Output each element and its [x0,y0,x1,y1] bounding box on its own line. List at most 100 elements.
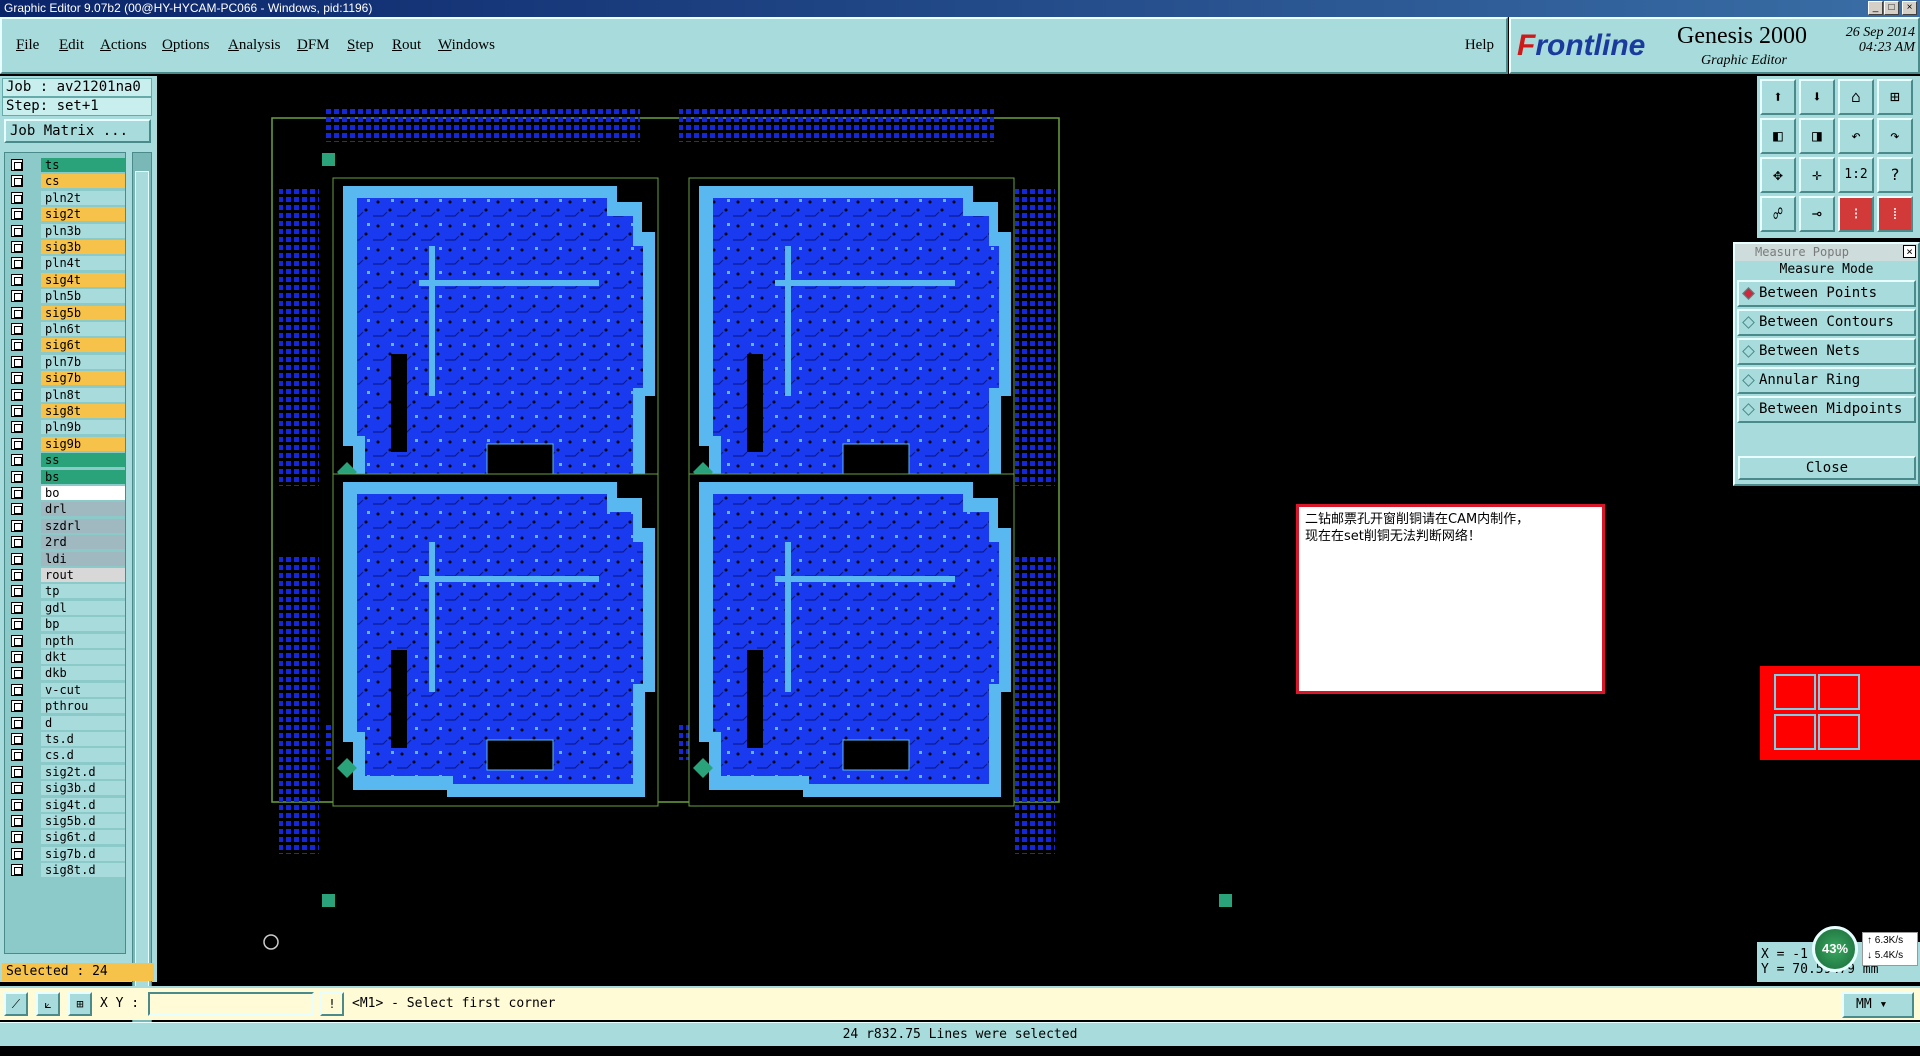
scrollbar-thumb[interactable] [135,171,149,991]
layer-row-sig9b[interactable]: sig9b [5,436,125,452]
layer-checkbox[interactable] [11,405,23,417]
layer-row-pln2t[interactable]: pln2t [5,190,125,206]
layer-checkbox[interactable] [11,290,23,303]
home-icon[interactable]: ⌂ [1838,79,1874,115]
layer-row-npth[interactable]: npth [5,633,125,649]
menu-options[interactable]: Options [162,37,210,54]
layer-row-dkt[interactable]: dkt [5,649,125,665]
layer-checkbox[interactable] [11,273,23,286]
layer-checkbox[interactable] [11,716,23,729]
alert-icon[interactable]: ! [320,992,344,1016]
layer-row-ldi[interactable]: ldi [5,551,125,567]
pcb-board-1[interactable] [332,177,659,511]
layer-checkbox[interactable] [11,339,23,352]
layer-checkbox[interactable] [11,864,23,877]
layer-checkbox[interactable] [11,224,23,237]
option-annular-ring[interactable]: Annular Ring [1737,367,1916,394]
layer-checkbox[interactable] [11,208,23,221]
layer-row-drl[interactable]: drl [5,501,125,517]
undo-icon[interactable]: ↶ [1838,118,1874,154]
layer-checkbox[interactable] [11,683,23,696]
measure-popup-titlebar[interactable]: Measure Popup × [1735,244,1918,261]
layer-checkbox[interactable] [11,191,23,204]
layer-row-sig2t.d[interactable]: sig2t.d [5,764,125,780]
pcb-board-4[interactable] [688,473,1015,807]
pins-icon[interactable]: ⁝ [1838,196,1874,232]
layer-row-sig2t[interactable]: sig2t [5,206,125,222]
layer-row-sig5b[interactable]: sig5b [5,305,125,321]
layer-checkbox[interactable] [11,355,23,368]
arrow-left-icon[interactable]: ◧ [1760,118,1796,154]
layer-row-pthrou[interactable]: pthrou [5,698,125,714]
layer-row-sig5b.d[interactable]: sig5b.d [5,813,125,829]
layer-row-v-cut[interactable]: v-cut [5,682,125,698]
draw-line-icon[interactable]: ⟀ [36,992,60,1016]
option-between-points[interactable]: Between Points [1737,280,1916,307]
layer-checkbox[interactable] [11,241,23,253]
pcb-board-2[interactable] [688,177,1015,511]
layer-row-sig7b[interactable]: sig7b [5,370,125,386]
layer-checkbox[interactable] [11,372,23,385]
layer-row-sig4t.d[interactable]: sig4t.d [5,797,125,813]
layer-row-pln3b[interactable]: pln3b [5,223,125,239]
layer-row-rout[interactable]: rout [5,567,125,583]
layer-row-2rd[interactable]: 2rd [5,534,125,550]
layer-row-cs[interactable]: cs [5,173,125,189]
menu-rout[interactable]: Rout [392,37,421,54]
grid-snap-icon[interactable]: ⊞ [68,992,92,1016]
menu-dfm[interactable]: DFM [297,37,330,54]
menu-windows[interactable]: Windows [438,37,495,54]
option-between-contours[interactable]: Between Contours [1737,309,1916,336]
center-icon[interactable]: ✛ [1799,157,1835,193]
layer-checkbox[interactable] [11,503,23,516]
layer-checkbox[interactable] [11,782,23,795]
layer-row-szdrl[interactable]: szdrl [5,518,125,534]
measure-popup-close-icon[interactable]: × [1903,245,1916,258]
option-between-midpoints[interactable]: Between Midpoints [1737,396,1916,423]
pins2-icon[interactable]: ⁞ [1877,196,1913,232]
layer-row-ts[interactable]: ts [5,157,125,173]
layer-checkbox[interactable] [11,847,23,860]
layer-checkbox[interactable] [11,159,23,171]
layer-row-sig8t[interactable]: sig8t [5,403,125,419]
layer-row-sig7b.d[interactable]: sig7b.d [5,846,125,862]
layer-row-cs.d[interactable]: cs.d [5,747,125,763]
layer-row-pln5b[interactable]: pln5b [5,288,125,304]
layer-checkbox[interactable] [11,536,23,549]
layout-icon[interactable]: ⊞ [1877,79,1913,115]
layer-checkbox[interactable] [11,569,23,581]
layer-checkbox[interactable] [11,733,23,745]
layer-row-sig8t.d[interactable]: sig8t.d [5,862,125,878]
layer-checkbox[interactable] [11,831,23,844]
layer-row-pln6t[interactable]: pln6t [5,321,125,337]
minimize-button[interactable]: _ [1868,1,1883,15]
redo-icon[interactable]: ↷ [1877,118,1913,154]
network-gauge[interactable]: 43% [1812,926,1858,972]
layer-list[interactable]: ts cs pln2t sig2t pln3b sig3b pln4t sig4t pln5b s… [4,152,126,954]
menu-step[interactable]: Step [347,37,374,54]
layer-checkbox[interactable] [11,487,23,499]
layer-checkbox[interactable] [11,306,23,319]
layer-checkbox[interactable] [11,437,23,450]
layer-row-sig6t[interactable]: sig6t [5,337,125,353]
layer-row-pln9b[interactable]: pln9b [5,419,125,435]
layer-row-pln8t[interactable]: pln8t [5,387,125,403]
pcb-board-3[interactable] [332,473,659,807]
layer-checkbox[interactable] [11,651,23,663]
layer-checkbox[interactable] [11,815,23,827]
layer-row-dkb[interactable]: dkb [5,665,125,681]
units-select[interactable]: MM ▾ [1842,992,1914,1018]
save-icon[interactable]: ⬇ [1799,79,1835,115]
layer-checkbox[interactable] [11,388,23,401]
layer-row-bo[interactable]: bo [5,485,125,501]
layer-row-bp[interactable]: bp [5,616,125,632]
menu-file[interactable]: File [16,37,39,54]
menu-analysis[interactable]: Analysis [228,37,281,54]
layer-row-d[interactable]: d [5,715,125,731]
layer-row-sig6t.d[interactable]: sig6t.d [5,829,125,845]
layer-checkbox[interactable] [11,454,23,467]
layer-row-sig3b[interactable]: sig3b [5,239,125,255]
snap-icon[interactable]: ☍ [1760,196,1796,232]
layer-checkbox[interactable] [11,700,23,713]
layer-row-sig3b.d[interactable]: sig3b.d [5,780,125,796]
